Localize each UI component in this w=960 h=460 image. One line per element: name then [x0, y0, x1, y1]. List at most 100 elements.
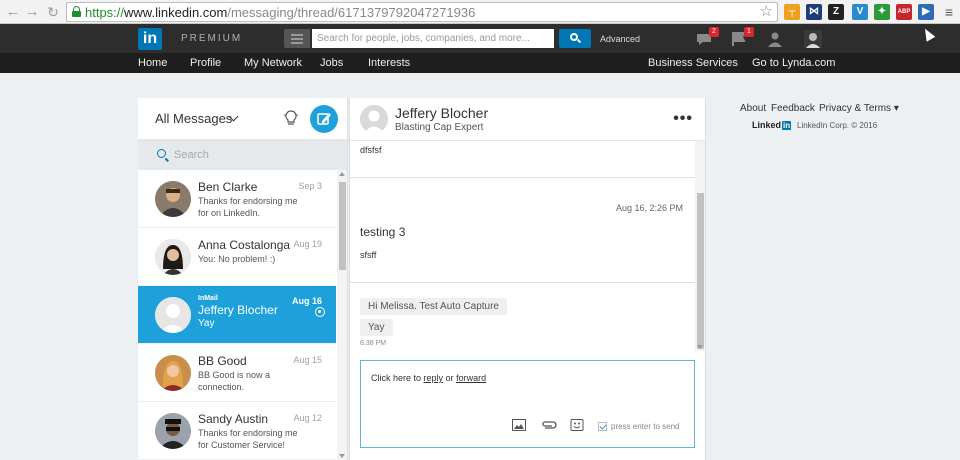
- conversation-item[interactable]: Sandy Austin Thanks for endorsing me for…: [138, 402, 336, 460]
- feedback-link[interactable]: Feedback: [771, 103, 815, 114]
- global-search: [284, 29, 554, 48]
- reply-link[interactable]: reply: [424, 373, 444, 383]
- nav-profile[interactable]: Profile: [190, 57, 221, 69]
- thread-header: Jeffery Blocher Blasting Cap Expert •••: [350, 98, 705, 141]
- reply-box[interactable]: Click here to reply or forward press ent…: [360, 360, 695, 448]
- inbox-header: All Messages: [138, 98, 347, 140]
- message-divider: [350, 282, 695, 283]
- inbox-panel: All Messages Ben Clarke Thanks for endor…: [138, 98, 348, 460]
- selected-check-icon[interactable]: [315, 307, 325, 317]
- message-body: dfsfsf: [360, 145, 382, 155]
- message-bubble: Hi Melissa. Test Auto Capture: [360, 298, 507, 315]
- conversation-date: Aug 15: [293, 355, 322, 365]
- extension-arrow-icon[interactable]: ▶: [918, 4, 934, 20]
- advanced-search-link[interactable]: Advanced: [600, 34, 640, 44]
- conversation-item[interactable]: Anna Costalonga You: No problem! :) Aug …: [138, 228, 336, 286]
- messages-icon[interactable]: 2: [695, 27, 719, 48]
- nav-home[interactable]: Home: [138, 57, 167, 69]
- inbox-filter[interactable]: All Messages: [155, 111, 232, 126]
- search-icon: [157, 149, 166, 158]
- thread-contact-headline: Blasting Cap Expert: [395, 122, 484, 133]
- conversation-date: Sep 3: [298, 181, 322, 191]
- linkedin-wordmark: Linked in: [752, 120, 792, 130]
- thread-contact-name[interactable]: Jeffery Blocher: [395, 105, 488, 121]
- message-timestamp: 6:38 PM: [360, 340, 387, 347]
- avatar: [155, 355, 191, 391]
- extension-v-icon[interactable]: V: [852, 4, 868, 20]
- message-divider: [350, 177, 695, 178]
- bookmark-icon[interactable]: ┬: [784, 4, 800, 20]
- linkedin-logo[interactable]: in: [138, 28, 162, 50]
- message-body: sfsff: [360, 250, 377, 260]
- add-connections-icon[interactable]: [766, 30, 784, 48]
- inbox-scrollbar[interactable]: [337, 170, 347, 460]
- conversation-date: Aug 19: [293, 239, 322, 249]
- nav-interests[interactable]: Interests: [368, 57, 410, 69]
- premium-label: PREMIUM: [181, 33, 243, 44]
- attachment-icon[interactable]: [541, 419, 557, 431]
- reload-icon[interactable]: ↻: [44, 3, 62, 21]
- forward-link[interactable]: forward: [456, 373, 486, 383]
- extension-z-icon[interactable]: Z: [828, 4, 844, 20]
- conversation-snippet: Thanks for endorsing me for Customer Ser…: [198, 428, 298, 450]
- more-options-icon[interactable]: •••: [673, 110, 693, 128]
- press-enter-label: press enter to send: [611, 422, 680, 431]
- compose-button[interactable]: [310, 105, 338, 133]
- search-category-menu-icon[interactable]: [284, 29, 310, 48]
- image-icon[interactable]: [512, 419, 526, 431]
- extension-x-icon[interactable]: ⋈: [806, 4, 822, 20]
- conversation-item-selected[interactable]: InMail Jeffery Blocher Yay Aug 16: [138, 286, 336, 344]
- conversation-name: BB Good: [198, 354, 247, 368]
- privacy-terms-link[interactable]: Privacy & Terms ▾: [819, 103, 899, 114]
- bookmark-star-icon[interactable]: ☆: [760, 3, 773, 21]
- conversation-item[interactable]: Ben Clarke Thanks for endorsing me for o…: [138, 170, 336, 228]
- address-bar[interactable]: https://www.linkedin.com/messaging/threa…: [66, 2, 778, 22]
- forward-arrow-icon[interactable]: →: [23, 3, 41, 21]
- lightbulb-icon[interactable]: [284, 109, 298, 127]
- avatar: [155, 239, 191, 275]
- thread-scrollbar[interactable]: [695, 141, 705, 351]
- conversation-snippet: You: No problem! :): [198, 254, 276, 264]
- conversation-name: Jeffery Blocher: [198, 303, 278, 317]
- message-list: dfsfsf Aug 16, 2:26 PM testing 3 sfsff H…: [350, 141, 695, 351]
- avatar: [155, 413, 191, 449]
- nav-my-network[interactable]: My Network: [244, 57, 302, 69]
- url-text: https://www.linkedin.com/messaging/threa…: [85, 5, 476, 20]
- inbox-scroll-thumb[interactable]: [339, 182, 346, 270]
- conversation-name: Ben Clarke: [198, 180, 258, 194]
- global-search-input[interactable]: [312, 29, 554, 48]
- avatar[interactable]: [360, 105, 388, 133]
- back-arrow-icon[interactable]: ←: [4, 3, 22, 21]
- conversation-date: Aug 16: [291, 296, 322, 306]
- press-enter-checkbox[interactable]: [598, 422, 607, 431]
- message-subject: testing 3: [360, 225, 406, 239]
- inbox-search: [138, 140, 347, 170]
- nav-business-services[interactable]: Business Services: [648, 57, 738, 69]
- conversation-date: Aug 12: [293, 413, 322, 423]
- thread-panel: Jeffery Blocher Blasting Cap Expert ••• …: [349, 98, 706, 460]
- menu-icon[interactable]: ≡: [940, 3, 958, 21]
- emoji-icon[interactable]: [570, 419, 584, 431]
- browser-toolbar: ← → ↻ https://www.linkedin.com/messaging…: [0, 0, 960, 24]
- linkedin-header: in PREMIUM Advanced 2 1: [0, 24, 960, 53]
- thread-scroll-thumb[interactable]: [697, 193, 704, 349]
- evernote-icon[interactable]: ✦: [874, 4, 890, 20]
- about-link[interactable]: About: [740, 103, 766, 114]
- conversation-snippet: Thanks for endorsing me for on LinkedIn.: [198, 196, 298, 218]
- profile-avatar[interactable]: [804, 30, 822, 48]
- nav-jobs[interactable]: Jobs: [320, 57, 343, 69]
- inbox-search-input[interactable]: [174, 147, 324, 163]
- conversation-item[interactable]: BB Good BB Good is now a connection. Aug…: [138, 344, 336, 402]
- message-timestamp: Aug 16, 2:26 PM: [615, 203, 683, 213]
- notifications-flag-icon[interactable]: 1: [730, 27, 754, 48]
- conversation-snippet: BB Good is now a connection.: [198, 370, 271, 392]
- conversation-name: Sandy Austin: [198, 412, 269, 426]
- adblock-icon[interactable]: ABP: [896, 4, 912, 20]
- messages-badge: 2: [709, 27, 719, 37]
- search-button[interactable]: [559, 29, 591, 48]
- main-nav: Home Profile My Network Jobs Interests B…: [0, 53, 960, 73]
- lock-icon: [72, 6, 81, 17]
- notifications-badge: 1: [744, 27, 754, 37]
- copyright-text: LinkedIn Corp. © 2016: [797, 121, 878, 130]
- nav-lynda[interactable]: Go to Lynda.com: [752, 57, 835, 69]
